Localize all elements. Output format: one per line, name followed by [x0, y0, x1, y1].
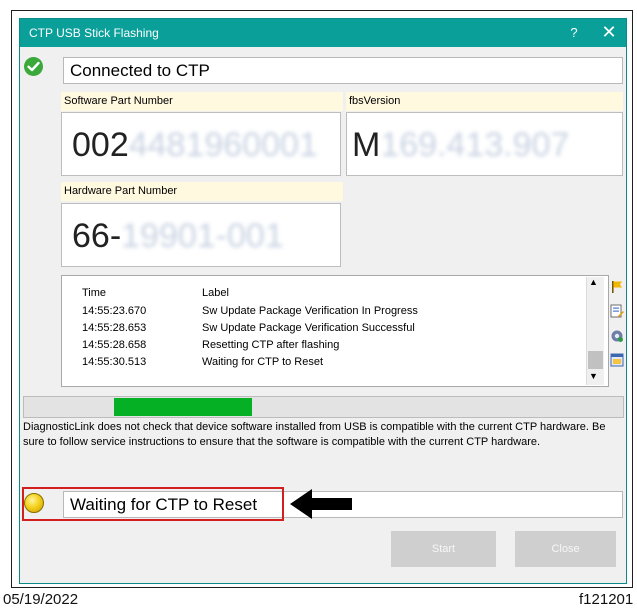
scroll-up-arrow-icon[interactable]: ▲: [589, 277, 598, 287]
log-row[interactable]: 14:55:28.658 Resetting CTP after flashin…: [82, 336, 418, 353]
fbs-version-obscured: 169.413.907: [380, 126, 570, 164]
event-log[interactable]: Time Label 14:55:23.670 Sw Update Packag…: [61, 275, 609, 387]
hardware-part-number-prefix: 66-: [72, 217, 122, 255]
flash-progress-bar: [23, 396, 624, 418]
log-label: Waiting for CTP to Reset: [202, 355, 324, 368]
log-label: Sw Update Package Verification In Progre…: [202, 304, 418, 317]
log-time: 14:55:30.513: [82, 355, 147, 368]
log-label: Resetting CTP after flashing: [202, 338, 340, 351]
log-row[interactable]: 14:55:28.653 Sw Update Package Verificat…: [82, 319, 418, 336]
event-log-table: Time Label 14:55:23.670 Sw Update Packag…: [82, 283, 418, 370]
red-highlight-box: [22, 487, 284, 521]
log-time: 14:55:23.670: [82, 304, 147, 317]
log-time: 14:55:28.658: [82, 338, 147, 351]
title-bar: CTP USB Stick Flashing ? ✕: [20, 19, 626, 47]
window-icon[interactable]: [610, 353, 624, 367]
software-part-number-label: Software Part Number: [61, 92, 343, 111]
log-header-row: Time Label: [82, 283, 418, 302]
form-edit-icon[interactable]: [610, 304, 624, 318]
window-close-button[interactable]: ✕: [600, 22, 618, 43]
log-label: Sw Update Package Verification Successfu…: [202, 321, 415, 334]
log-column-label[interactable]: Label: [202, 283, 418, 302]
left-arrow-icon: [290, 489, 352, 519]
scrollbar-thumb[interactable]: [588, 351, 603, 369]
help-button[interactable]: ?: [567, 25, 581, 40]
log-scrollbar[interactable]: ▲ ▼: [586, 277, 604, 385]
dialog-window: CTP USB Stick Flashing ? ✕ Connected to …: [19, 18, 627, 584]
log-time: 14:55:28.653: [82, 321, 147, 334]
start-button[interactable]: Start: [391, 531, 496, 567]
figure-date: 05/19/2022: [3, 591, 79, 608]
fbs-version-label: fbsVersion: [346, 92, 623, 111]
window-title: CTP USB Stick Flashing: [29, 26, 159, 40]
scroll-down-arrow-icon[interactable]: ▼: [589, 371, 598, 381]
figure-number: f121201: [579, 591, 634, 608]
software-part-number-value: 0024481960001: [61, 112, 341, 176]
fbs-version-value: M169.413.907: [346, 112, 623, 176]
progress-fill: [114, 398, 252, 416]
gear-icon[interactable]: [610, 329, 624, 343]
log-column-time[interactable]: Time: [82, 283, 202, 302]
connection-status: Connected to CTP: [63, 57, 623, 84]
connected-check-icon: [24, 57, 43, 76]
flag-icon[interactable]: [610, 280, 624, 294]
hardware-part-number-obscured: 19901-001: [121, 217, 284, 255]
close-button[interactable]: Close: [515, 531, 616, 567]
log-row[interactable]: 14:55:30.513 Waiting for CTP to Reset: [82, 353, 418, 370]
fbs-version-prefix: M: [352, 126, 381, 164]
hardware-part-number-value: 66-19901-001: [61, 203, 341, 267]
software-part-number-prefix: 002: [72, 126, 129, 164]
software-part-number-obscured: 4481960001: [128, 126, 318, 164]
hardware-part-number-label: Hardware Part Number: [61, 182, 343, 201]
compatibility-warning: DiagnosticLink does not check that devic…: [23, 421, 606, 448]
log-row[interactable]: 14:55:23.670 Sw Update Package Verificat…: [82, 302, 418, 319]
